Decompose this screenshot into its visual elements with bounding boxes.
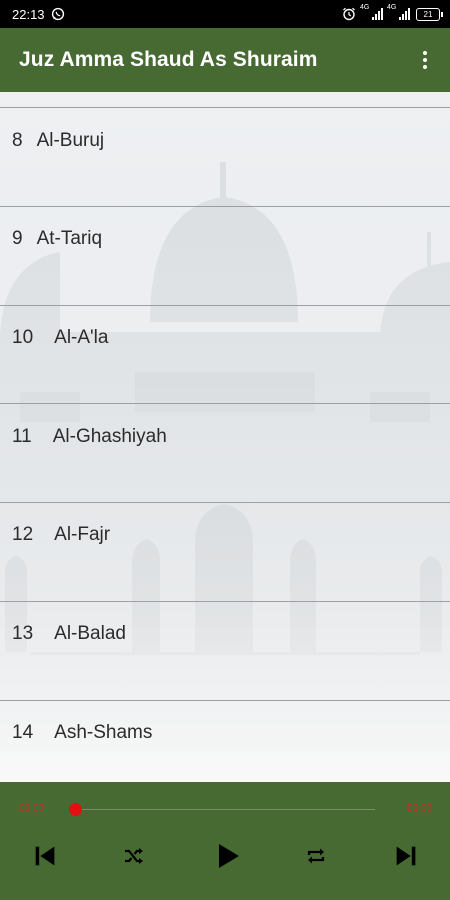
list-item-al-balad[interactable]: 13 Al-Balad [0,585,450,683]
total-time: 00:00 [406,803,432,814]
surah-name: Al-Buruj [36,130,105,151]
play-icon [219,844,239,868]
battery-level: 21 [423,9,433,19]
list-item-al-ala[interactable]: 10 Al-A'la [0,289,450,387]
status-bar: 22:13 4G 4G 21 [0,0,450,28]
whatsapp-icon [51,7,64,21]
network-type-label-2: 4G [387,4,397,11]
list-item-al-fajr[interactable]: 12 Al-Fajr [0,486,450,584]
list-item-at-tariq[interactable]: 9 At-Tariq [0,190,450,288]
overflow-menu-icon[interactable] [416,48,434,72]
status-left: 22:13 [12,7,65,22]
surah-name: Al-Ghashiyah [52,426,167,447]
surah-number: 10 [12,327,34,348]
status-time: 22:13 [12,6,45,22]
play-button[interactable] [205,834,249,878]
signal-icon-1: 4G [360,4,383,20]
skip-previous-icon [35,846,55,866]
surah-list-area[interactable]: 8 Al-Buruj 9 At-Tariq 10 Al-A'la 11 Al-G… [0,92,450,782]
surah-name: Al-A'la [54,327,109,348]
battery-icon: 21 [416,7,443,21]
seek-thumb[interactable] [69,803,82,816]
shuffle-button[interactable] [112,834,156,878]
surah-name: Al-Fajr [54,524,111,545]
surah-number: 11 [12,426,32,447]
list-item-al-ghashiyah[interactable]: 11 Al-Ghashiyah [0,388,450,486]
signal-icon-2: 4G [387,4,410,20]
surah-number: 12 [12,524,34,545]
surah-name: Al-Balad [54,623,126,644]
skip-next-icon [396,846,416,866]
surah-number: 14 [12,722,34,743]
app-title: Juz Amma Shaud As Shuraim [19,48,318,71]
shuffle-icon [125,848,143,864]
surah-name: At-Tariq [36,228,103,249]
skip-previous-button[interactable] [23,834,67,878]
skip-next-button[interactable] [384,834,428,878]
surah-number: 13 [12,623,34,644]
current-time: 00:00 [19,803,45,814]
surah-number: 8 [12,130,23,151]
list-item-ash-shams[interactable]: 14 Ash-Shams [0,684,450,782]
surah-name: Ash-Shams [54,722,153,743]
list-item-al-buruj[interactable]: 8 Al-Buruj [0,92,450,190]
player-controls [0,834,450,884]
app-bar: Juz Amma Shaud As Shuraim [0,28,450,92]
media-player-bar: 00:00 00:00 [0,782,450,900]
alarm-icon [343,7,355,21]
repeat-button[interactable] [294,834,338,878]
surah-number: 9 [12,228,23,249]
repeat-icon [307,848,325,864]
network-type-label-1: 4G [360,4,370,11]
seek-bar[interactable] [75,809,375,810]
status-right: 4G 4G 21 [342,4,443,21]
